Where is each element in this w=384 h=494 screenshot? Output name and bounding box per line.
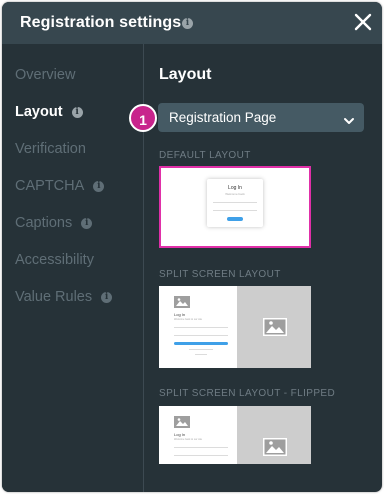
dialog-title: Registration settings	[20, 14, 182, 31]
sidebar-item-label: Accessibility	[15, 252, 94, 268]
sidebar-item-label: Value Rules	[15, 289, 93, 305]
preview-subtitle: Welcome back	[225, 192, 245, 196]
preview-title: Log In	[174, 312, 186, 317]
default-layout-thumbnail[interactable]: Log In Welcome back	[159, 166, 311, 248]
section-title: Layout	[159, 66, 212, 83]
chevron-down-icon-graphic	[344, 118, 354, 124]
info-icon[interactable]: i	[81, 217, 93, 229]
preview-title: Log In	[228, 185, 242, 191]
preview-field	[174, 455, 228, 456]
preview-link	[195, 354, 207, 355]
layout-panel: Layout Registration Page DEFAULT LAYOUT …	[145, 44, 382, 492]
preview-field	[213, 210, 257, 211]
image-placeholder-icon	[263, 438, 287, 456]
sidebar-item-label: Layout	[15, 104, 63, 120]
info-icon[interactable]: i	[182, 18, 193, 29]
preview-field	[174, 447, 228, 448]
sidebar-item-label: Verification	[15, 141, 86, 157]
preview-field	[174, 335, 228, 336]
sidebar-item-label: CAPTCHA	[15, 178, 85, 194]
sidebar-item-captions[interactable]: Captions i	[15, 213, 93, 233]
sidebar-item-accessibility[interactable]: Accessibility	[15, 250, 94, 270]
step-badge: 1	[129, 104, 157, 132]
sidebar-item-overview[interactable]: Overview	[15, 65, 75, 85]
split-image-side	[237, 406, 311, 464]
login-card-preview: Log In Welcome back	[207, 179, 263, 227]
preview-subtitle: Welcome back to our site	[174, 438, 203, 441]
info-icon[interactable]: i	[71, 106, 83, 118]
split-flipped-layout-thumbnail[interactable]: Log In Welcome back to our site	[159, 406, 311, 464]
default-layout-label: DEFAULT LAYOUT	[159, 150, 251, 161]
registration-settings-dialog: Registration settings i Overview Layout …	[2, 2, 382, 492]
page-select-value: Registration Page	[169, 110, 277, 125]
page-select-dropdown[interactable]: Registration Page	[158, 103, 364, 132]
split-form-side: Log In Welcome back to our site	[159, 286, 237, 368]
split-flipped-layout-label: SPLIT SCREEN LAYOUT - FLIPPED	[159, 388, 336, 399]
split-form-side: Log In Welcome back to our site	[159, 406, 237, 464]
preview-title: Log In	[174, 432, 186, 437]
sidebar-item-verification[interactable]: Verification	[15, 139, 86, 159]
sidebar-item-label: Captions	[15, 215, 73, 231]
close-icon[interactable]	[352, 11, 374, 33]
split-image-side	[237, 286, 311, 368]
close-icon-graphic	[354, 13, 372, 31]
sidebar-item-label: Overview	[15, 67, 76, 83]
info-icon[interactable]: i	[101, 291, 113, 303]
chevron-down-icon	[343, 113, 355, 131]
dialog-header: Registration settings i	[2, 2, 382, 44]
settings-sidebar: Overview Layout i Verification CAPTCHA i…	[2, 44, 144, 492]
preview-field	[213, 202, 257, 203]
image-placeholder-icon	[174, 296, 190, 308]
sidebar-item-captcha[interactable]: CAPTCHA i	[15, 176, 105, 196]
split-layout-label: SPLIT SCREEN LAYOUT	[159, 269, 281, 280]
preview-subtitle: Welcome back to our site	[174, 318, 203, 321]
split-layout-thumbnail[interactable]: Log In Welcome back to our site	[159, 286, 311, 368]
image-placeholder-icon	[263, 318, 287, 336]
preview-button	[227, 217, 243, 221]
preview-button	[174, 342, 228, 345]
preview-link	[189, 349, 213, 350]
sidebar-item-layout[interactable]: Layout i	[15, 102, 83, 122]
info-icon[interactable]: i	[93, 180, 105, 192]
preview-field	[174, 327, 228, 328]
sidebar-item-value-rules[interactable]: Value Rules i	[15, 287, 113, 307]
image-placeholder-icon	[174, 416, 190, 428]
